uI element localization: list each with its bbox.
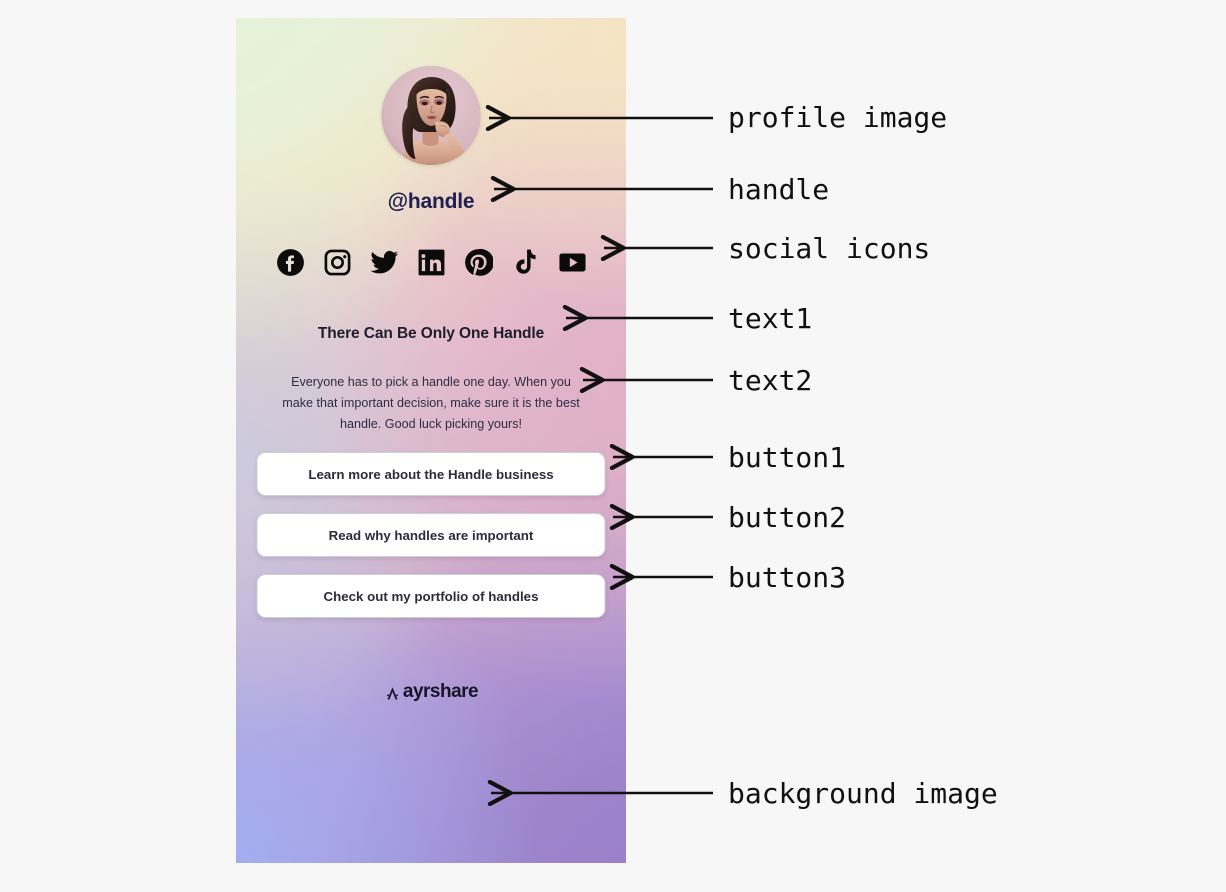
profile-image[interactable] <box>381 66 481 165</box>
ayrshare-logo[interactable]: ayrshare <box>236 681 626 703</box>
linkedin-icon[interactable] <box>417 248 446 277</box>
caret-logo-mark-icon <box>384 683 401 702</box>
bio-content: @handle There Can Be Only One Handle Eve… <box>236 18 626 863</box>
profile-photo-illustration <box>381 66 481 165</box>
social-icons-row <box>236 248 626 277</box>
facebook-icon[interactable] <box>276 248 305 277</box>
link-button-1[interactable]: Learn more about the Handle business <box>256 452 606 496</box>
annotation-label-button2: button2 <box>728 501 847 534</box>
annotation-label-button1: button1 <box>728 441 847 474</box>
link-in-bio-card: @handle There Can Be Only One Handle Eve… <box>236 18 626 863</box>
tiktok-icon[interactable] <box>511 248 540 277</box>
annotation-label-profile-image: profile image <box>728 101 948 134</box>
paragraph-text2: Everyone has to pick a handle one day. W… <box>282 375 580 431</box>
instagram-icon[interactable] <box>323 248 352 277</box>
annotation-label-text2: text2 <box>728 364 813 397</box>
headline-text1: There Can Be Only One Handle <box>317 325 545 342</box>
link-button-2[interactable]: Read why handles are important <box>256 513 606 557</box>
twitter-icon[interactable] <box>370 248 399 277</box>
screenshot-stage: @handle There Can Be Only One Handle Eve… <box>0 0 1226 892</box>
ayrshare-logo-text: ayrshare <box>402 681 479 702</box>
avatar[interactable] <box>381 66 481 165</box>
annotation-label-text1: text1 <box>728 302 813 335</box>
annotation-label-social-icons: social icons <box>728 232 931 265</box>
annotation-label-handle: handle <box>728 173 830 206</box>
pinterest-icon[interactable] <box>464 248 493 277</box>
link-button-3[interactable]: Check out my portfolio of handles <box>256 574 606 618</box>
youtube-icon[interactable] <box>558 248 587 277</box>
annotation-label-button3: button3 <box>728 561 847 594</box>
annotation-label-background-image: background image <box>728 777 998 810</box>
handle-text: @handle <box>387 190 475 213</box>
